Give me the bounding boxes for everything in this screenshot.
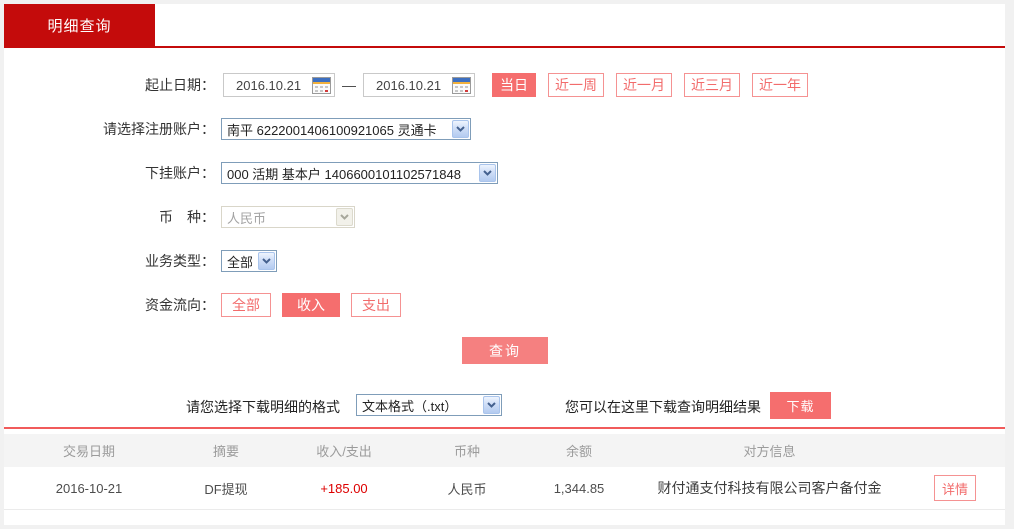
quick-range-week-button[interactable]: 近一周 bbox=[548, 73, 604, 97]
fund-flow-all-button[interactable]: 全部 bbox=[221, 293, 271, 317]
header-amount: 收入/支出 bbox=[278, 441, 410, 460]
header-balance: 余额 bbox=[524, 441, 634, 460]
table-row: 2016-10-21 DF提现 +185.00 人民币 1,344.85 财付通… bbox=[4, 467, 1005, 510]
currency-value: 人民币 bbox=[227, 208, 266, 227]
cell-currency: 人民币 bbox=[410, 479, 524, 498]
download-row: 请您选择下载明细的格式 文本格式（.txt） 您可以在这里下载查询明细结果 下载 bbox=[4, 391, 1005, 421]
chevron-down-icon bbox=[336, 208, 353, 226]
start-date-input[interactable]: 2016.10.21 bbox=[223, 73, 335, 97]
download-format-label: 请您选择下载明细的格式 bbox=[186, 397, 340, 417]
business-type-value: 全部 bbox=[227, 252, 252, 271]
cell-counterparty: 财付通支付科技有限公司客户备付金 bbox=[634, 478, 905, 498]
sub-account-row: 下挂账户： 000 活期 基本户 1406600101102571848 bbox=[4, 161, 1005, 185]
business-type-select[interactable]: 全部 bbox=[221, 250, 277, 272]
header-counterparty: 对方信息 bbox=[634, 441, 905, 460]
download-button[interactable]: 下载 bbox=[770, 392, 831, 419]
fund-flow-expense-button[interactable]: 支出 bbox=[351, 293, 401, 317]
cell-amount: +185.00 bbox=[278, 481, 410, 496]
sub-account-label: 下挂账户： bbox=[4, 163, 215, 183]
date-separator: — bbox=[342, 77, 356, 93]
date-range-row: 起止日期： 2016.10.21 — bbox=[4, 73, 1005, 97]
quick-range-3month-button[interactable]: 近三月 bbox=[684, 73, 740, 97]
header-trade-date: 交易日期 bbox=[4, 441, 174, 460]
register-account-value: 南平 6222001406100921065 灵通卡 bbox=[227, 120, 437, 139]
end-date-input[interactable]: 2016.10.21 bbox=[363, 73, 475, 97]
quick-range-month-button[interactable]: 近一月 bbox=[616, 73, 672, 97]
fund-flow-income-button[interactable]: 收入 bbox=[282, 293, 340, 317]
query-form: 起止日期： 2016.10.21 — bbox=[4, 73, 1005, 337]
table-header-row: 交易日期 摘要 收入/支出 币种 余额 对方信息 bbox=[4, 434, 1005, 467]
detail-button[interactable]: 详情 bbox=[934, 475, 976, 501]
end-date-value: 2016.10.21 bbox=[376, 78, 441, 93]
fund-flow-label: 资金流向： bbox=[4, 295, 215, 315]
chevron-down-icon[interactable] bbox=[483, 396, 500, 414]
currency-select: 人民币 bbox=[221, 206, 355, 228]
business-type-row: 业务类型： 全部 bbox=[4, 249, 1005, 273]
cell-balance: 1,344.85 bbox=[524, 481, 634, 496]
sub-account-select[interactable]: 000 活期 基本户 1406600101102571848 bbox=[221, 162, 498, 184]
table-top-accent bbox=[4, 427, 1005, 429]
download-format-value: 文本格式（.txt） bbox=[362, 396, 457, 415]
currency-row: 币 种： 人民币 bbox=[4, 205, 1005, 229]
tab-underline bbox=[4, 46, 1005, 48]
transaction-detail-query-page: 明细查询 起止日期： 2016.10.21 bbox=[0, 0, 1014, 529]
cell-trade-date: 2016-10-21 bbox=[4, 481, 174, 496]
calendar-icon[interactable] bbox=[312, 77, 331, 94]
cell-action: 详情 bbox=[905, 475, 1005, 501]
cell-summary: DF提现 bbox=[174, 479, 278, 498]
header-currency: 币种 bbox=[410, 441, 524, 460]
quick-range-today-button[interactable]: 当日 bbox=[492, 73, 536, 97]
calendar-icon[interactable] bbox=[452, 77, 471, 94]
chevron-down-icon[interactable] bbox=[452, 120, 469, 138]
register-account-label: 请选择注册账户： bbox=[4, 119, 215, 139]
content-panel: 明细查询 起止日期： 2016.10.21 bbox=[4, 4, 1005, 525]
download-format-select[interactable]: 文本格式（.txt） bbox=[356, 394, 502, 416]
header-summary: 摘要 bbox=[174, 441, 278, 460]
start-date-value: 2016.10.21 bbox=[236, 78, 301, 93]
fund-flow-row: 资金流向： 全部 收入 支出 bbox=[4, 293, 1005, 317]
results-table: 交易日期 摘要 收入/支出 币种 余额 对方信息 2016-10-21 DF提现… bbox=[4, 427, 1005, 510]
register-account-select[interactable]: 南平 6222001406100921065 灵通卡 bbox=[221, 118, 471, 140]
business-type-label: 业务类型： bbox=[4, 251, 215, 271]
date-range-label: 起止日期： bbox=[4, 75, 215, 95]
chevron-down-icon[interactable] bbox=[258, 252, 275, 270]
chevron-down-icon[interactable] bbox=[479, 164, 496, 182]
tab-detail-query[interactable]: 明细查询 bbox=[4, 4, 155, 46]
download-hint: 您可以在这里下载查询明细结果 bbox=[565, 397, 761, 417]
currency-label: 币 种： bbox=[4, 207, 215, 227]
register-account-row: 请选择注册账户： 南平 6222001406100921065 灵通卡 bbox=[4, 117, 1005, 141]
tab-label: 明细查询 bbox=[47, 15, 111, 36]
quick-range-year-button[interactable]: 近一年 bbox=[752, 73, 808, 97]
sub-account-value: 000 活期 基本户 1406600101102571848 bbox=[227, 164, 461, 183]
query-button[interactable]: 查询 bbox=[462, 337, 548, 364]
